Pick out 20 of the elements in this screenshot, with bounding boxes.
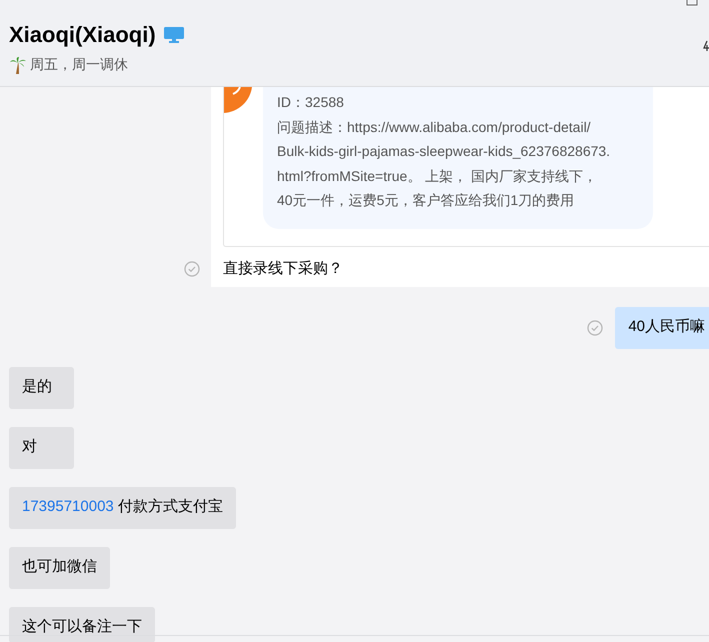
message-text: 付款方式支付宝 bbox=[118, 497, 223, 518]
message-text: 40人民币嘛 bbox=[628, 317, 705, 338]
card-text-line: 问题描述：https://www.alibaba.com/product-detail/ bbox=[277, 118, 592, 137]
message-text: 是的 bbox=[22, 377, 52, 398]
card-text-line: Bulk-kids-girl-pajamas-sleepwear-kids_62376828673. bbox=[277, 142, 612, 161]
card-text-line: 40元一件，运费5元，客户答应给我们1刀的费用 bbox=[277, 191, 576, 210]
phone-link[interactable]: 17395710003 bbox=[22, 496, 114, 519]
palm-tree-icon bbox=[9, 56, 27, 74]
card-text-line: html?fromMSite=true。 上架， 国内厂家支持线下， bbox=[277, 166, 598, 186]
message-text: 直接录线下采购？ bbox=[223, 260, 343, 276]
read-check-icon bbox=[184, 260, 200, 276]
window-icon[interactable] bbox=[686, 0, 698, 6]
status-text: 周五，周一调休 bbox=[30, 55, 128, 74]
contact-name: Xiaoqi(Xiaoqi) bbox=[9, 21, 156, 49]
message-text: 对 bbox=[22, 437, 37, 458]
message-text: 也可加微信 bbox=[22, 557, 97, 578]
card-text-line: ID：32588 bbox=[277, 93, 345, 112]
read-check-icon bbox=[587, 320, 604, 336]
monitor-icon bbox=[164, 27, 184, 43]
message-text: 这个可以备注一下 bbox=[22, 617, 142, 638]
